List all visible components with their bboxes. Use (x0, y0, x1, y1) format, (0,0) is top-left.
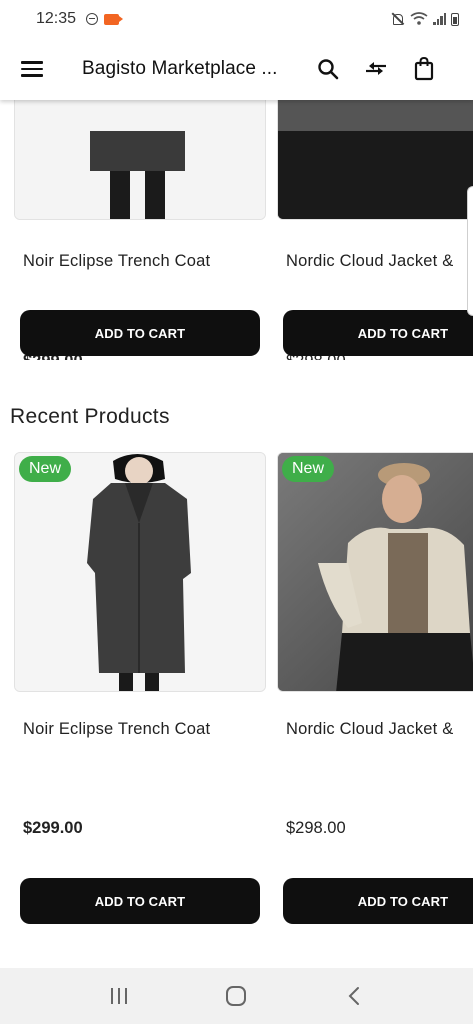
product-price: $299.00 (23, 819, 83, 837)
product-name[interactable]: Noir Eclipse Trench Coat (23, 252, 210, 271)
new-badge: New (19, 456, 72, 482)
mute-icon (390, 12, 405, 26)
puffer-jacket-photo (278, 453, 473, 691)
product-image[interactable] (277, 100, 473, 220)
signal-icon (433, 13, 446, 25)
product-feed[interactable]: Noir Eclipse Trench Coat $299.00 Nordic … (0, 100, 473, 968)
status-time: 12:35 (36, 10, 77, 27)
add-to-cart-button[interactable]: ADD TO CART (283, 878, 473, 924)
section-title-recent-products: Recent Products (10, 405, 170, 428)
home-icon (226, 986, 247, 1006)
recent-apps-icon (110, 988, 127, 1004)
product-card[interactable]: Noir Eclipse Trench Coat $299.00 (14, 100, 266, 360)
add-to-cart-button[interactable]: ADD TO CART (20, 310, 260, 356)
new-badge: New (282, 456, 335, 482)
wifi-icon (410, 12, 428, 25)
recent-apps-button[interactable] (99, 976, 139, 1016)
menu-icon[interactable] (0, 38, 64, 100)
system-nav-bar (0, 968, 473, 1024)
product-image[interactable] (14, 100, 266, 220)
add-to-cart-button[interactable]: ADD TO CART (283, 310, 473, 356)
product-price: $298.00 (286, 819, 346, 837)
compare-icon (366, 62, 386, 75)
product-name[interactable]: Nordic Cloud Jacket & (286, 252, 453, 271)
compare-button[interactable] (352, 45, 400, 93)
battery-icon (451, 12, 459, 26)
app-bar: Bagisto Marketplace ... (0, 38, 473, 100)
back-icon (348, 987, 360, 1005)
product-image[interactable]: New (14, 452, 266, 692)
scrollbar[interactable] (467, 186, 473, 316)
product-name[interactable]: Nordic Cloud Jacket & (286, 720, 453, 739)
product-card[interactable]: Nordic Cloud Jacket & $298.00 (277, 100, 473, 360)
home-button[interactable] (216, 976, 256, 1016)
status-bar: 12:35 (0, 0, 473, 38)
product-name[interactable]: Noir Eclipse Trench Coat (23, 720, 210, 739)
product-image[interactable]: New (277, 452, 473, 692)
product-card[interactable]: New Noir Eclipse Trench Coat $299.00 (14, 452, 266, 837)
product-card[interactable]: New Nordic Cloud Jacket & $298.00 (277, 452, 473, 837)
add-to-cart-button[interactable]: ADD TO CART (20, 878, 260, 924)
cart-icon (414, 56, 434, 81)
back-button[interactable] (334, 976, 374, 1016)
recent-products-row[interactable]: New Noir Eclipse Trench Coat $299.00 New (0, 452, 473, 842)
cart-button[interactable] (400, 45, 448, 93)
app-title: Bagisto Marketplace ... (82, 58, 278, 79)
search-icon (318, 59, 339, 80)
search-button[interactable] (304, 45, 352, 93)
do-not-disturb-icon (86, 13, 99, 25)
screen-record-icon (104, 13, 124, 25)
trench-coat-photo (15, 453, 265, 691)
